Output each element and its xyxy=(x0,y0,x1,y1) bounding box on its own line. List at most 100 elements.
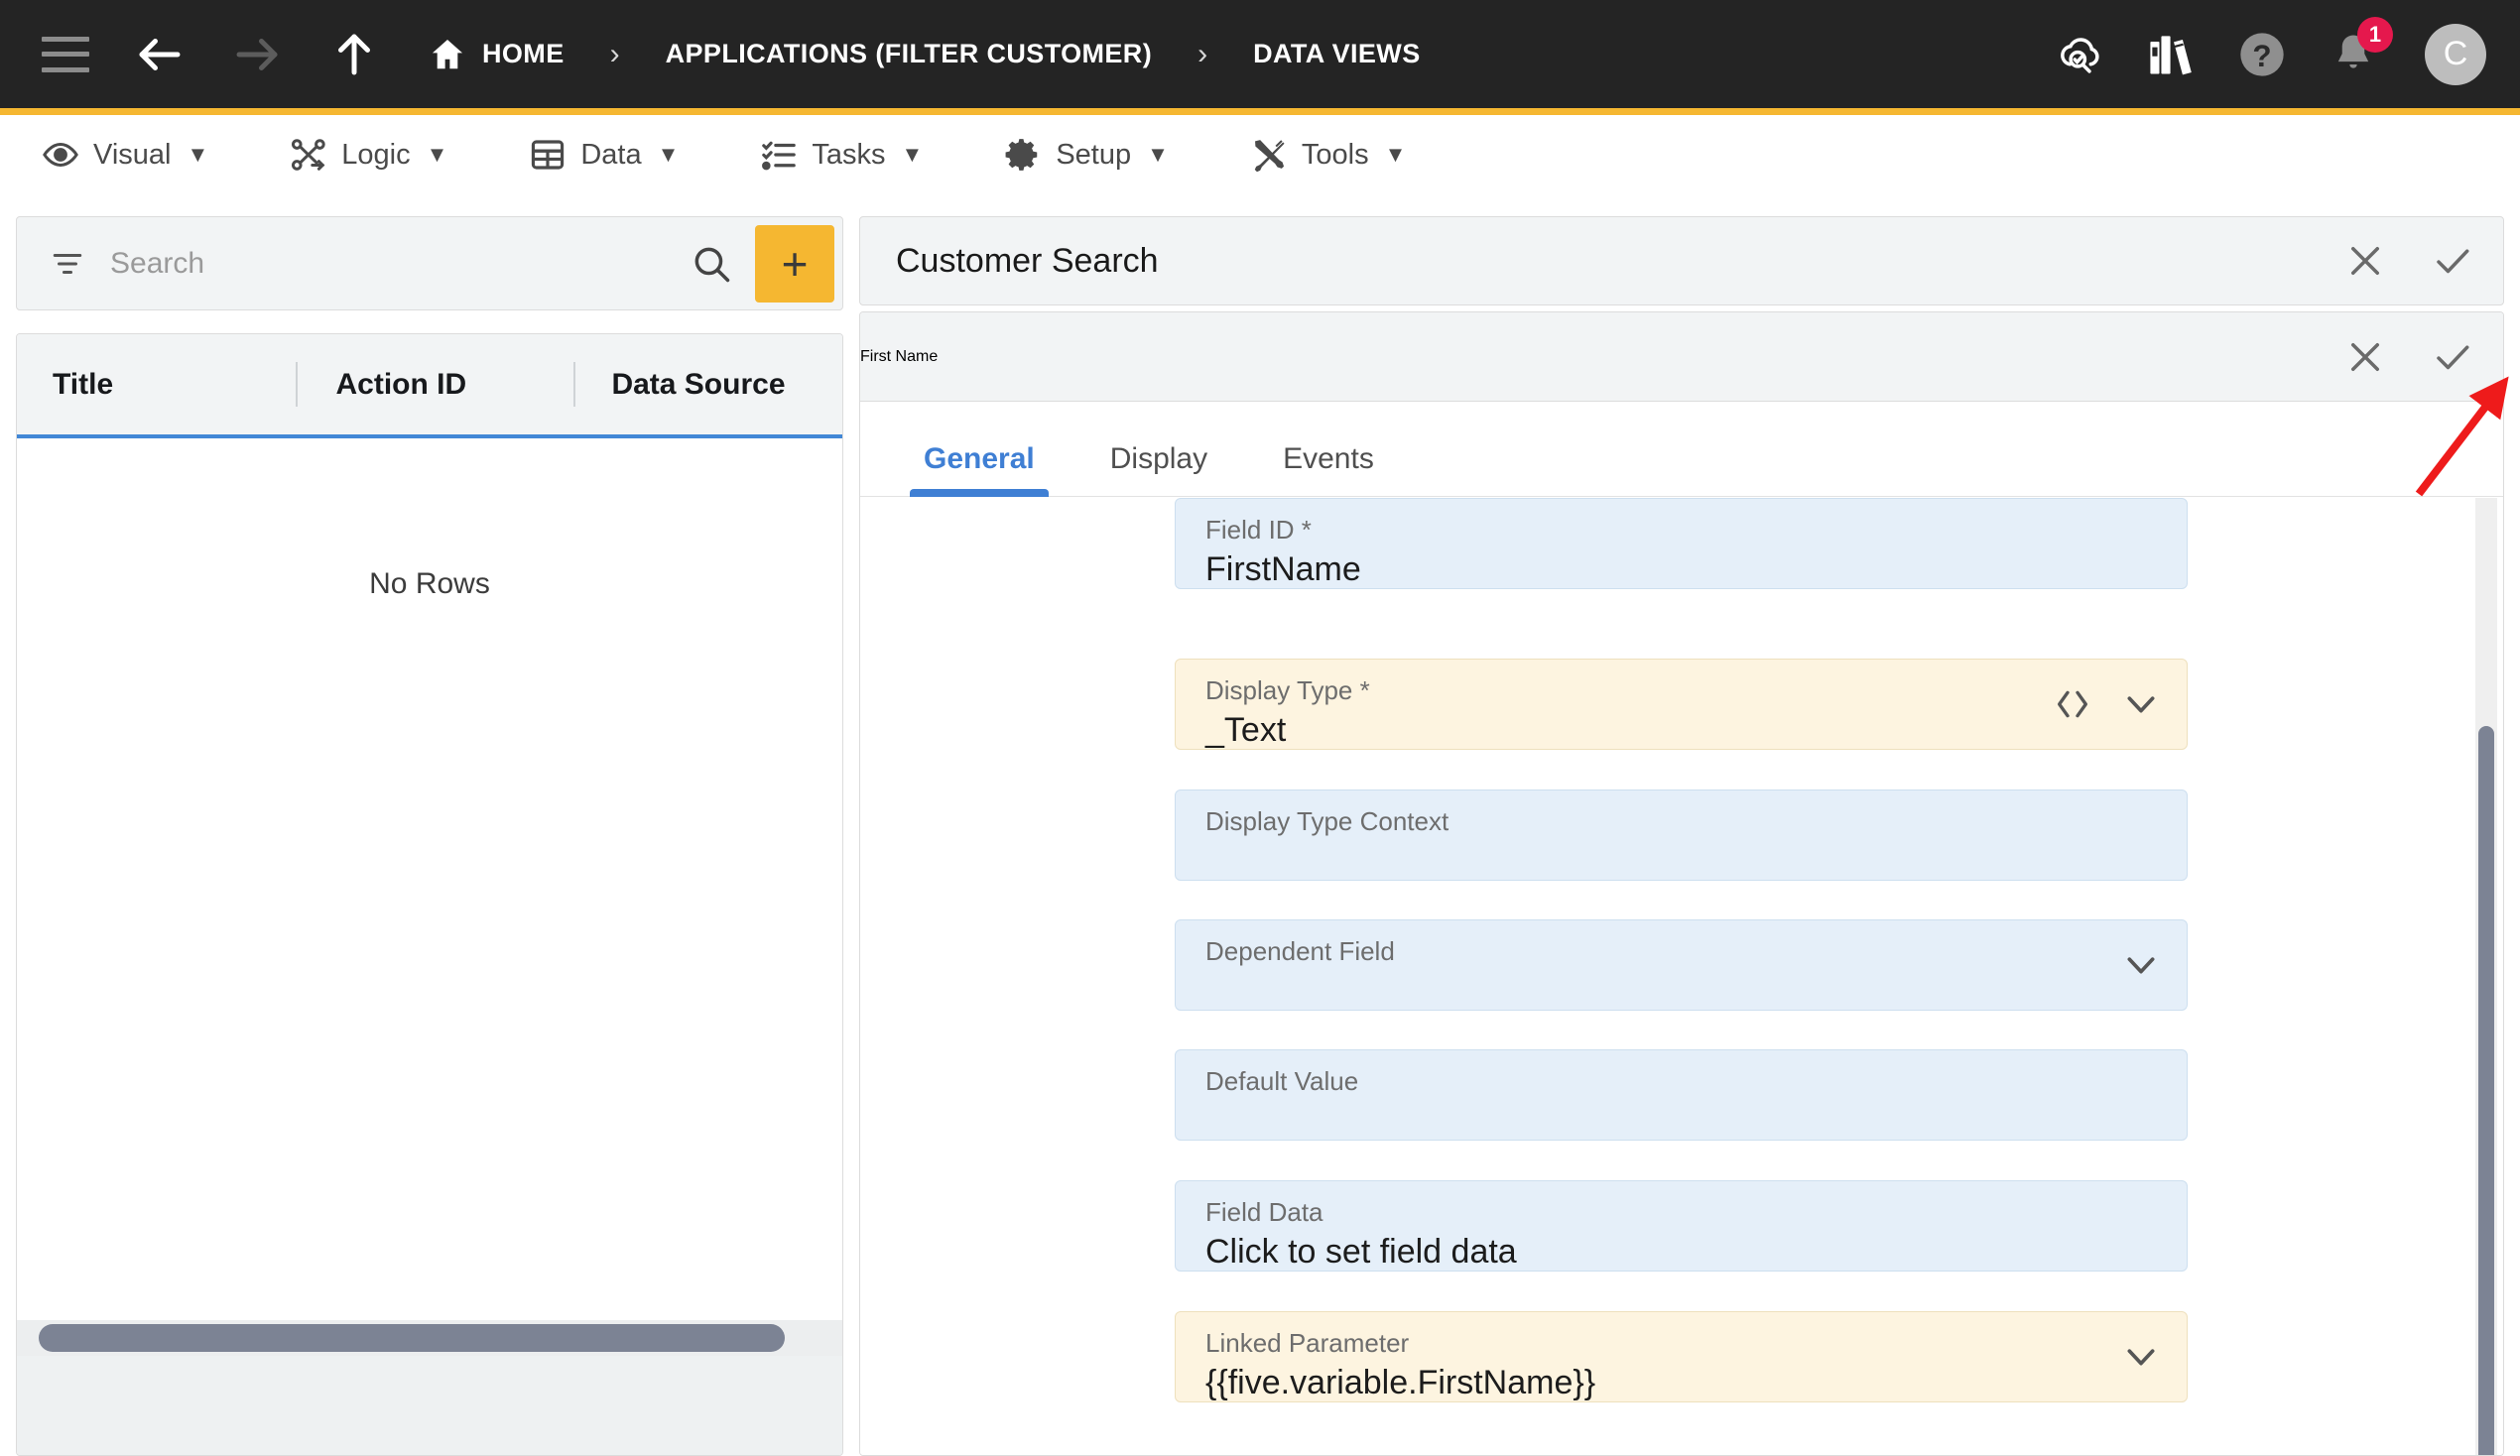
detail-tabs: General Display Events xyxy=(860,402,2503,497)
menu-setup-label: Setup xyxy=(1056,138,1132,171)
breadcrumb-item-data-views[interactable]: DATA VIEWS xyxy=(1253,39,1421,69)
dependent-field-label: Dependent Field xyxy=(1205,936,1395,966)
first-name-card: First Name General Display Events Field … xyxy=(859,311,2504,1456)
chevron-down-icon: ▼ xyxy=(1147,142,1169,167)
filter-icon[interactable] xyxy=(47,247,88,281)
search-icon[interactable] xyxy=(690,242,733,286)
tab-events[interactable]: Events xyxy=(1269,442,1388,496)
table-grid-icon xyxy=(529,136,567,174)
field-data-input[interactable]: Field Data Click to set field data xyxy=(1175,1180,2188,1272)
display-type-input[interactable]: Display Type * _Text xyxy=(1175,659,2188,750)
menu-tasks[interactable]: Tasks ▼ xyxy=(760,136,923,174)
chevron-down-icon[interactable] xyxy=(2121,1337,2161,1377)
code-brackets-icon[interactable] xyxy=(2050,684,2095,724)
general-tab-form: Field ID * FirstName Display Type * _Tex… xyxy=(860,498,2503,1455)
chevron-down-icon: ▼ xyxy=(901,142,924,167)
avatar[interactable]: C xyxy=(2425,23,2486,85)
arrow-right-icon[interactable] xyxy=(230,28,284,81)
menu-data[interactable]: Data ▼ xyxy=(529,136,679,174)
field-data-label: Field Data xyxy=(1205,1197,1323,1227)
chevron-down-icon: ▼ xyxy=(187,142,209,167)
column-divider xyxy=(296,362,299,407)
display-type-context-label: Display Type Context xyxy=(1205,806,1449,836)
help-icon[interactable]: ? xyxy=(2236,29,2288,80)
chevron-down-icon: ▼ xyxy=(1384,142,1407,167)
customer-search-card-header: Customer Search xyxy=(859,216,2504,305)
eye-icon xyxy=(42,136,79,174)
grid-column-data-source-label: Data Source xyxy=(611,367,786,401)
left-list-panel: + Title Action ID Data Source No Rows xyxy=(16,216,843,1456)
empty-state-message: No Rows xyxy=(369,567,490,600)
grid-column-title[interactable]: Title xyxy=(17,334,296,434)
cloud-check-icon[interactable] xyxy=(2054,29,2105,80)
menu-logic[interactable]: Logic ▼ xyxy=(290,136,447,174)
horizontal-scrollbar[interactable] xyxy=(17,1320,842,1356)
checklist-icon xyxy=(760,136,798,174)
field-id-label: Field ID * xyxy=(1205,515,1312,545)
tab-general[interactable]: General xyxy=(910,442,1049,497)
grid-footer xyxy=(17,1356,842,1455)
menu-tasks-label: Tasks xyxy=(812,138,886,171)
gear-icon xyxy=(1004,136,1042,174)
menu-visual[interactable]: Visual ▼ xyxy=(42,136,208,174)
vertical-scrollbar[interactable] xyxy=(2475,498,2497,1455)
menu-setup[interactable]: Setup ▼ xyxy=(1004,136,1169,174)
dependent-field-input[interactable]: Dependent Field xyxy=(1175,919,2188,1011)
first-name-close-icon[interactable] xyxy=(2344,336,2386,378)
top-navigation-bar: HOME › APPLICATIONS (FILTER CUSTOMER) › … xyxy=(0,0,2520,108)
display-type-context-input[interactable]: Display Type Context xyxy=(1175,789,2188,881)
breadcrumb-item-home[interactable]: HOME xyxy=(482,39,565,69)
linked-parameter-input[interactable]: Linked Parameter {{five.variable.FirstNa… xyxy=(1175,1311,2188,1402)
grid-column-action-id-label: Action ID xyxy=(335,367,467,401)
breadcrumb-separator: › xyxy=(609,37,620,70)
grid-header-row: Title Action ID Data Source xyxy=(17,334,842,438)
menu-visual-label: Visual xyxy=(93,138,172,171)
svg-text:?: ? xyxy=(2252,38,2271,72)
right-detail-panel: Customer Search First Name General Displ… xyxy=(859,216,2504,1456)
horizontal-scrollbar-thumb[interactable] xyxy=(39,1324,785,1352)
breadcrumb: HOME › APPLICATIONS (FILTER CUSTOMER) › … xyxy=(429,36,1421,73)
menu-tools-label: Tools xyxy=(1301,138,1369,171)
chevron-down-icon: ▼ xyxy=(657,142,680,167)
customer-search-close-icon[interactable] xyxy=(2344,240,2386,282)
home-icon[interactable] xyxy=(429,36,466,73)
breadcrumb-separator: › xyxy=(1197,37,1208,70)
customer-search-actions xyxy=(2344,217,2473,304)
first-name-confirm-icon[interactable] xyxy=(2432,336,2473,378)
wrench-screwdriver-icon xyxy=(1250,136,1288,174)
display-type-value: _Text xyxy=(1205,711,1287,749)
field-data-value: Click to set field data xyxy=(1205,1233,1517,1271)
default-value-label: Default Value xyxy=(1205,1066,1359,1096)
column-divider xyxy=(573,362,576,407)
accent-divider xyxy=(0,108,2520,115)
display-type-label: Display Type * xyxy=(1205,675,1370,705)
grid-column-action-id[interactable]: Action ID xyxy=(296,334,573,434)
chevron-down-icon: ▼ xyxy=(426,142,448,167)
topbar-actions: ? 1 C xyxy=(2054,0,2486,108)
arrow-left-icon[interactable] xyxy=(133,28,187,81)
search-input[interactable] xyxy=(110,246,690,281)
menu-data-label: Data xyxy=(580,138,642,171)
tab-display[interactable]: Display xyxy=(1096,442,1221,496)
default-value-input[interactable]: Default Value xyxy=(1175,1049,2188,1141)
hamburger-icon[interactable] xyxy=(42,36,89,72)
chevron-down-icon[interactable] xyxy=(2121,945,2161,985)
grid-column-data-source[interactable]: Data Source xyxy=(573,334,842,434)
customer-search-confirm-icon[interactable] xyxy=(2432,240,2473,282)
linked-parameter-value: {{five.variable.FirstName}} xyxy=(1205,1364,1596,1401)
vertical-scrollbar-thumb[interactable] xyxy=(2478,726,2494,1455)
notifications-bell-icon[interactable]: 1 xyxy=(2328,16,2393,80)
application-menu-bar: Visual ▼ Logic ▼ Data ▼ Tasks ▼ Setup ▼ … xyxy=(0,115,2520,294)
arrow-up-icon[interactable] xyxy=(327,28,381,81)
chevron-down-icon[interactable] xyxy=(2121,684,2161,724)
menu-logic-label: Logic xyxy=(341,138,411,171)
menu-tools[interactable]: Tools ▼ xyxy=(1250,136,1406,174)
breadcrumb-item-applications[interactable]: APPLICATIONS (FILTER CUSTOMER) xyxy=(666,39,1153,69)
field-id-input[interactable]: Field ID * FirstName xyxy=(1175,498,2188,589)
books-icon[interactable] xyxy=(2145,29,2197,80)
first-name-card-header: First Name xyxy=(860,312,2503,402)
customer-search-title: Customer Search xyxy=(896,241,1159,280)
add-button[interactable]: + xyxy=(755,224,834,303)
first-name-title: First Name xyxy=(860,347,939,365)
first-name-actions xyxy=(2344,312,2473,401)
